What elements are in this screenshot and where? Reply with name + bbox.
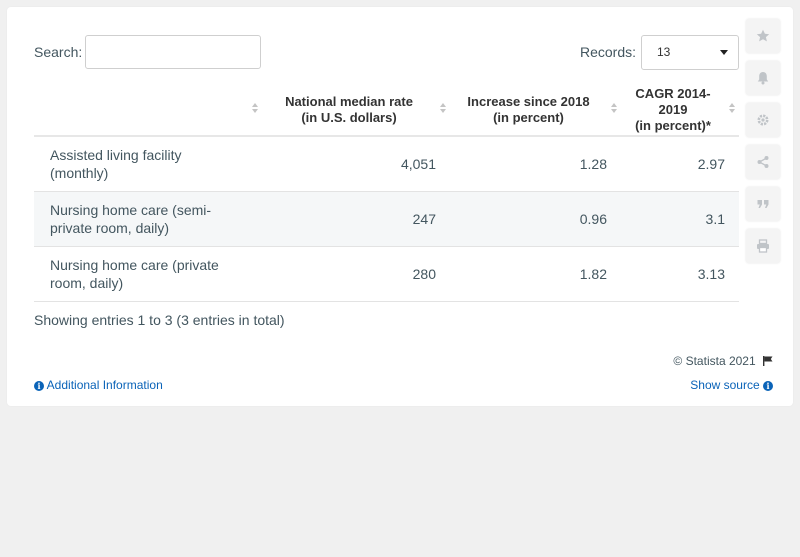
info-icon: i	[34, 381, 44, 391]
records-label: Records:	[580, 44, 637, 60]
column-header-increase-line1: Increase since 2018	[467, 94, 590, 109]
copyright: © Statista 2021	[673, 354, 773, 368]
row-name-line: Nursing home care (private	[50, 257, 219, 273]
entries-summary: Showing entries 1 to 3 (3 entries in tot…	[34, 312, 285, 328]
favorite-button[interactable]	[746, 19, 780, 53]
column-header-name[interactable]	[34, 85, 262, 137]
print-icon	[757, 239, 769, 253]
row-name-cell: Nursing home care (semi- private room, d…	[34, 191, 262, 247]
column-header-rate-line1: National median rate	[285, 94, 413, 109]
rate-cell: 280	[262, 246, 450, 302]
notification-button[interactable]	[746, 61, 780, 95]
column-header-rate-line2: (in U.S. dollars)	[301, 110, 397, 125]
settings-button[interactable]	[746, 103, 780, 137]
rate-cell: 247	[262, 191, 450, 247]
gear-icon	[757, 114, 769, 126]
cagr-cell: 3.13	[621, 246, 739, 302]
increase-cell: 1.82	[450, 246, 621, 302]
row-name-line: room, daily)	[50, 275, 124, 291]
table-row: Assisted living facility (monthly) 4,051…	[34, 136, 739, 192]
share-button[interactable]	[746, 145, 780, 179]
additional-information-label: Additional Information	[46, 378, 163, 392]
data-table: National median rate (in U.S. dollars) I…	[34, 85, 739, 302]
rate-cell: 4,051	[262, 136, 450, 192]
chevron-down-icon	[720, 50, 728, 55]
column-header-cagr[interactable]: CAGR 2014-2019 (in percent)*	[621, 85, 739, 137]
column-header-cagr-line1: CAGR 2014-2019	[635, 86, 711, 117]
records-select[interactable]: 13	[641, 35, 739, 70]
row-name-line: Nursing home care (semi-	[50, 202, 212, 218]
search-input[interactable]	[85, 35, 261, 69]
column-header-increase[interactable]: Increase since 2018 (in percent)	[450, 85, 621, 137]
content-card: Search: Records: 13 National median rate…	[7, 7, 793, 406]
increase-cell: 1.28	[450, 136, 621, 192]
increase-cell: 0.96	[450, 191, 621, 247]
row-name-cell: Assisted living facility (monthly)	[34, 136, 262, 192]
sort-icon	[611, 103, 617, 117]
column-header-rate[interactable]: National median rate (in U.S. dollars)	[262, 85, 450, 137]
show-source-label: Show source	[690, 378, 760, 392]
column-header-cagr-line2: (in percent)*	[635, 118, 711, 133]
bell-icon	[757, 72, 769, 85]
row-name-line: (monthly)	[50, 165, 109, 181]
records-value: 13	[657, 45, 671, 59]
sort-icon	[252, 103, 258, 117]
row-name-line: Assisted living facility	[50, 147, 182, 163]
copyright-text: © Statista 2021	[673, 354, 756, 368]
table-header-row: National median rate (in U.S. dollars) I…	[34, 85, 739, 137]
row-name-line: private room, daily)	[50, 220, 170, 236]
print-button[interactable]	[746, 229, 780, 263]
cagr-cell: 2.97	[621, 136, 739, 192]
table-row: Nursing home care (semi- private room, d…	[34, 191, 739, 247]
sort-icon	[440, 103, 446, 117]
star-icon	[756, 29, 770, 42]
cagr-cell: 3.1	[621, 191, 739, 247]
share-icon	[757, 156, 769, 168]
additional-information-link[interactable]: i Additional Information	[34, 378, 163, 392]
sort-icon	[729, 103, 735, 117]
table-row: Nursing home care (private room, daily) …	[34, 246, 739, 302]
search-label: Search:	[34, 44, 83, 60]
info-icon: i	[763, 381, 773, 391]
quote-icon	[757, 200, 769, 208]
row-name-cell: Nursing home care (private room, daily)	[34, 246, 262, 302]
column-header-increase-line2: (in percent)	[493, 110, 564, 125]
show-source-link[interactable]: Show source i	[690, 378, 773, 392]
cite-button[interactable]	[746, 187, 780, 221]
flag-icon[interactable]	[763, 356, 773, 366]
